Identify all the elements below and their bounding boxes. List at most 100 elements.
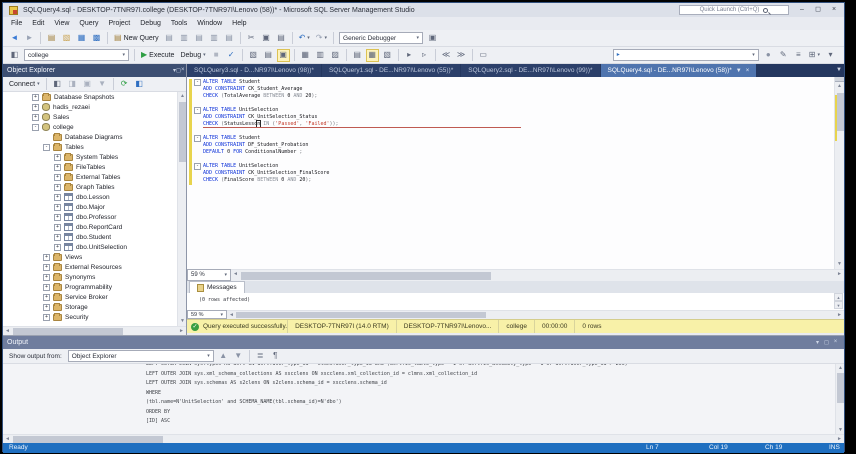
tree-item-system-tables[interactable]: +System Tables [3,152,186,162]
pin-icon[interactable]: ◻ [822,339,831,346]
parse-icon[interactable]: ✓ [225,49,238,62]
attach-debugger-icon[interactable]: ▣ [426,32,439,45]
paste-icon[interactable]: ▤ [275,32,288,45]
expand-icon[interactable]: + [43,304,50,311]
expand-icon[interactable]: + [54,184,61,191]
comment-selection-icon[interactable]: ▸ [403,49,416,62]
document-tab[interactable]: SQLQuery2.sql - DE...NR97I\Lenovo (99))* [461,64,599,77]
output-source-combo[interactable]: Object Explorer▾ [68,350,214,362]
close-icon[interactable]: × [746,68,750,74]
uncomment-selection-icon[interactable]: ▹ [418,49,431,62]
tree-item-database-diagrams[interactable]: Database Diagrams [3,132,186,142]
goto-next-message-icon[interactable]: ▼ [232,350,245,363]
outline-collapse-icon[interactable]: - [194,163,201,170]
new-analysis-xmla-query-icon[interactable]: ▥ [208,32,221,45]
active-files-dropdown-icon[interactable]: ▼ [836,64,842,77]
template-parameters-icon[interactable]: ▭ [477,49,490,62]
window-position-icon[interactable]: ▾ [813,339,822,346]
object-explorer-header[interactable]: Object Explorer ▾◻× [3,64,186,77]
expand-icon[interactable]: + [32,114,39,121]
expand-icon[interactable]: + [54,224,61,231]
menu-window[interactable]: Window [192,17,227,30]
tree-item-external-resources[interactable]: +External Resources [3,262,186,272]
tree-item-external-tables[interactable]: +External Tables [3,172,186,182]
expand-icon[interactable]: + [43,264,50,271]
tab-messages[interactable]: Messages [189,281,245,293]
expand-icon[interactable]: + [32,104,39,111]
expand-icon[interactable]: + [43,294,50,301]
tree-item-database-snapshots[interactable]: +Database Snapshots [3,92,186,102]
live-query-stats-icon[interactable]: ▥ [314,49,327,62]
editor-vertical-scrollbar[interactable]: ▲ ▼ [834,77,844,269]
expand-icon[interactable]: + [54,234,61,241]
find-combo[interactable]: ▸▾ [613,49,759,61]
new-analysis-dmx-query-icon[interactable]: ▤ [193,32,206,45]
nav-backward-icon[interactable]: ◄ [8,32,21,45]
undo-button[interactable]: ↶▾ [297,32,312,45]
tree-item-filetables[interactable]: +FileTables [3,162,186,172]
debug-button[interactable]: Debug▾ [178,49,207,62]
menu-query[interactable]: Query [74,17,103,30]
editor-zoom-combo[interactable]: 59 % ▾ [187,269,231,281]
save-icon[interactable]: ▦ [75,32,88,45]
toolbar-overflow-icon[interactable]: ▾ [824,49,837,62]
breakpoints-window-icon[interactable]: ● [762,49,775,62]
tree-item-security[interactable]: +Security [3,312,186,322]
window-layout-button[interactable]: ⊞▾ [807,49,822,62]
client-statistics-icon[interactable]: ▨ [329,49,342,62]
document-tab[interactable]: SQLQuery4.sql - DE...NR97I\Lenovo (58))*… [601,64,757,77]
clear-all-icon[interactable]: ≣ [254,350,267,363]
scroll-up-icon[interactable]: ▲ [835,82,844,91]
menu-file[interactable]: File [6,17,27,30]
stop-icon[interactable]: ▣ [81,78,94,91]
goto-previous-message-icon[interactable]: ▲ [217,350,230,363]
execute-button[interactable]: ▶Execute [139,49,176,62]
object-explorer-vertical-scrollbar[interactable]: ▲ ▼ [177,92,186,326]
copy-icon[interactable]: ▣ [260,32,273,45]
outline-collapse-icon[interactable]: - [194,107,201,114]
collapse-icon[interactable]: - [43,144,50,151]
debug-target-combo[interactable]: Generic Debugger▾ [339,32,423,44]
close-button[interactable]: × [826,3,842,16]
expand-icon[interactable]: + [54,214,61,221]
save-all-icon[interactable]: ▩ [90,32,103,45]
expand-icon[interactable]: + [54,154,61,161]
tree-item-synonyms[interactable]: +Synonyms [3,272,186,282]
chevron-down-icon[interactable]: ▼ [736,68,742,74]
scroll-up-icon[interactable]: ▲ [178,92,187,101]
quick-launch-input[interactable]: Quick Launch (Ctrl+Q) [679,5,789,15]
server-connect-icon[interactable]: ◧ [51,78,64,91]
new-query-button[interactable]: ▤New Query [112,32,161,45]
intellisense-enabled-icon[interactable]: ▣ [277,49,290,62]
messages-zoom-combo[interactable]: 59 % ▾ [187,310,227,319]
expand-icon[interactable]: + [32,94,39,101]
cut-icon[interactable]: ✂ [245,32,258,45]
server-disconnect-icon[interactable]: ◨ [66,78,79,91]
new-integration-query-icon[interactable]: ▤ [223,32,236,45]
new-project-icon[interactable]: ▤ [45,32,58,45]
collapse-icon[interactable]: - [32,124,39,131]
outline-collapse-icon[interactable]: - [194,79,201,86]
estimated-plan-icon[interactable]: ▧ [247,49,260,62]
tree-item-sales[interactable]: +Sales [3,112,186,122]
tree-item-hadis-rezaei[interactable]: +hadis_rezaei [3,102,186,112]
scrollbar-thumb[interactable] [179,102,186,162]
menu-tools[interactable]: Tools [166,17,192,30]
tree-item-dbo-reportcard[interactable]: +dbo.ReportCard [3,222,186,232]
connection-icon[interactable]: ◧ [8,49,21,62]
expand-icon[interactable]: + [43,254,50,261]
expand-icon[interactable]: + [43,284,50,291]
scrollbar-thumb[interactable] [837,373,844,403]
output-horizontal-scrollbar[interactable]: ◄ ► [3,434,844,443]
redo-button[interactable]: ↷▾ [314,32,329,45]
document-tab[interactable]: SQLQuery1.sql - DE...NR97I\Lenovo (55))* [322,64,460,77]
object-explorer-horizontal-scrollbar[interactable]: ◄ ► [3,326,186,335]
messages-horizontal-scrollbar[interactable]: ◄ ► [227,310,844,319]
filter-icon[interactable]: ▼ [96,78,109,91]
scrollbar-thumb[interactable] [13,328,123,335]
results-to-file-icon[interactable]: ▧ [381,49,394,62]
scrollbar-thumb[interactable] [837,93,844,131]
query-options-icon[interactable]: ▤ [262,49,275,62]
menu-project[interactable]: Project [103,17,135,30]
output-header[interactable]: Output ▾◻× [3,336,844,349]
